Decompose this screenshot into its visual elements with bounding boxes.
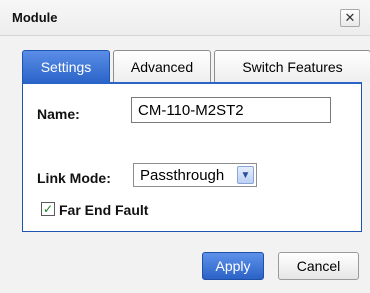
apply-button[interactable]: Apply [202,252,264,280]
settings-panel: Name: Link Mode: Passthrough ▼ ✓ Far End… [22,82,362,232]
tab-switch-features[interactable]: Switch Features [214,50,370,82]
far-end-fault-label[interactable]: Far End Fault [59,202,148,218]
name-label: Name: [37,106,80,122]
title-bar: Module ✕ [0,0,370,36]
module-dialog: Module ✕ Settings Advanced Switch Featur… [0,0,370,293]
chevron-down-icon: ▼ [237,166,254,184]
tab-settings[interactable]: Settings [22,50,110,83]
tab-advanced[interactable]: Advanced [113,50,211,82]
link-mode-value: Passthrough [140,166,225,184]
link-mode-select[interactable]: Passthrough ▼ [133,163,257,187]
cancel-button[interactable]: Cancel [278,252,359,280]
close-icon: ✕ [344,10,356,25]
dialog-title: Module [12,10,58,25]
check-icon: ✓ [42,202,54,216]
far-end-fault-checkbox[interactable]: ✓ [41,202,55,216]
name-input[interactable] [131,97,331,123]
close-button[interactable]: ✕ [340,9,360,27]
link-mode-label: Link Mode: [37,170,111,186]
